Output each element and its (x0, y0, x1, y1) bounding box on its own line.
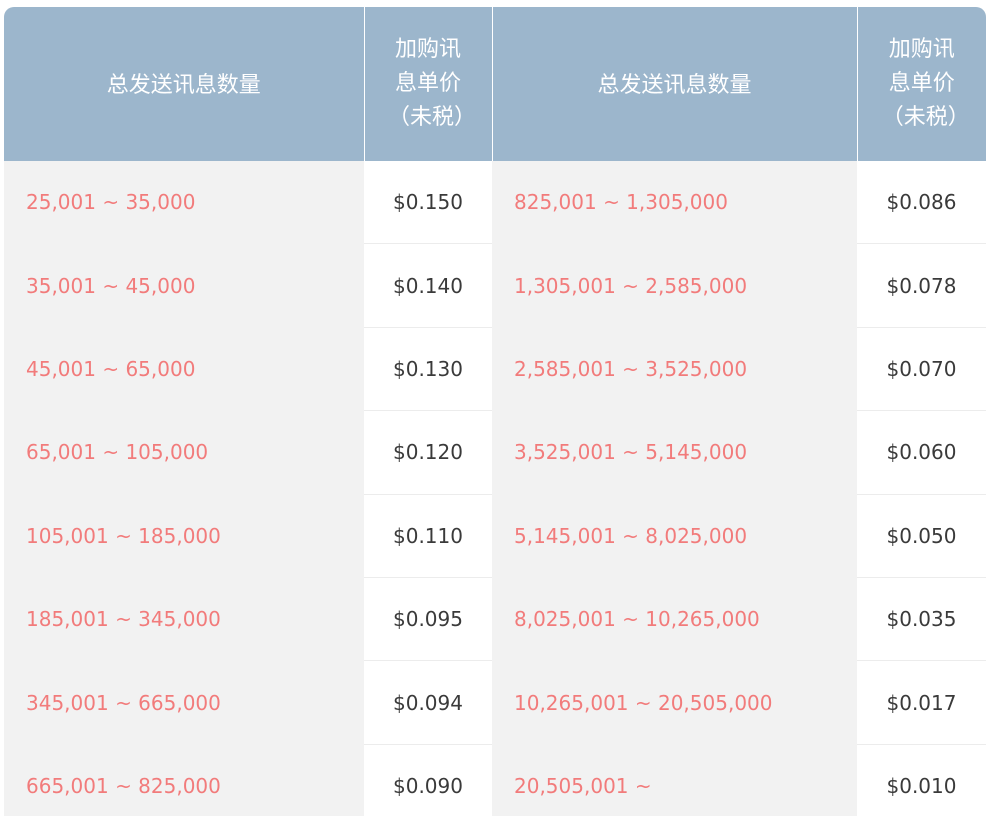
right-range-cell: 2,585,001 ~ 3,525,000 (492, 327, 857, 411)
right-price-cell: $0.050 (857, 494, 986, 578)
left-price-cell: $0.110 (364, 494, 492, 578)
left-price-cell: $0.140 (364, 243, 492, 328)
right-range-cell: 3,525,001 ~ 5,145,000 (492, 410, 857, 495)
left-range-cell: 345,001 ~ 665,000 (4, 660, 364, 745)
left-price-cell: $0.130 (364, 327, 492, 412)
right-price-cell: $0.010 (857, 744, 986, 816)
left-price-cell: $0.090 (364, 744, 492, 816)
header-unit-price-left: 加购讯息单价（未税） (364, 7, 493, 161)
table-row: 45,001 ~ 65,000 $0.130 2,585,001 ~ 3,525… (4, 327, 986, 412)
left-price-cell: $0.120 (364, 410, 492, 495)
left-range-cell: 185,001 ~ 345,000 (4, 577, 364, 661)
right-range-cell: 10,265,001 ~ 20,505,000 (492, 660, 857, 745)
right-price-cell: $0.086 (857, 161, 986, 245)
left-price-cell: $0.095 (364, 577, 492, 662)
header-range-label: 总发送讯息数量 (597, 73, 752, 98)
pricing-table: 总发送讯息数量 加购讯息单价（未税） 总发送讯息数量 加购讯息单价（未税） 25… (4, 7, 986, 816)
left-price-cell: $0.094 (364, 660, 492, 745)
right-range-cell: 20,505,001 ~ (492, 744, 857, 816)
table-row: 35,001 ~ 45,000 $0.140 1,305,001 ~ 2,585… (4, 243, 986, 328)
pricing-table-container: 总发送讯息数量 加购讯息单价（未税） 总发送讯息数量 加购讯息单价（未税） 25… (4, 7, 986, 816)
left-price-cell: $0.150 (364, 161, 492, 245)
header-unit-price-right: 加购讯息单价（未税） (857, 7, 986, 161)
right-price-cell: $0.035 (857, 577, 986, 662)
header-range-label: 总发送讯息数量 (106, 73, 261, 98)
right-range-cell: 1,305,001 ~ 2,585,000 (492, 243, 857, 328)
right-price-cell: $0.017 (857, 660, 986, 745)
right-range-cell: 825,001 ~ 1,305,000 (492, 161, 857, 244)
table-row: 345,001 ~ 665,000 $0.094 10,265,001 ~ 20… (4, 660, 986, 745)
header-price-label: 加购讯息单价（未税） (881, 37, 970, 130)
header-price-label: 加购讯息单价（未税） (388, 37, 477, 130)
left-range-cell: 45,001 ~ 65,000 (4, 327, 364, 411)
right-price-cell: $0.070 (857, 327, 986, 412)
right-price-cell: $0.060 (857, 410, 986, 495)
table-row: 25,001 ~ 35,000 $0.150 825,001 ~ 1,305,0… (4, 161, 986, 245)
left-range-cell: 35,001 ~ 45,000 (4, 243, 364, 328)
header-total-messages-right: 总发送讯息数量 (492, 7, 858, 161)
table-row: 185,001 ~ 345,000 $0.095 8,025,001 ~ 10,… (4, 577, 986, 662)
left-range-cell: 105,001 ~ 185,000 (4, 494, 364, 578)
left-range-cell: 65,001 ~ 105,000 (4, 410, 364, 495)
right-range-cell: 8,025,001 ~ 10,265,000 (492, 577, 857, 661)
left-range-cell: 25,001 ~ 35,000 (4, 161, 364, 244)
left-range-cell: 665,001 ~ 825,000 (4, 744, 364, 816)
header-total-messages-left: 总发送讯息数量 (4, 7, 365, 161)
right-price-cell: $0.078 (857, 243, 986, 328)
table-header-row: 总发送讯息数量 加购讯息单价（未税） 总发送讯息数量 加购讯息单价（未税） (4, 7, 986, 161)
table-row: 65,001 ~ 105,000 $0.120 3,525,001 ~ 5,14… (4, 410, 986, 495)
right-range-cell: 5,145,001 ~ 8,025,000 (492, 494, 857, 578)
table-row: 665,001 ~ 825,000 $0.090 20,505,001 ~ $0… (4, 744, 986, 816)
table-row: 105,001 ~ 185,000 $0.110 5,145,001 ~ 8,0… (4, 494, 986, 578)
